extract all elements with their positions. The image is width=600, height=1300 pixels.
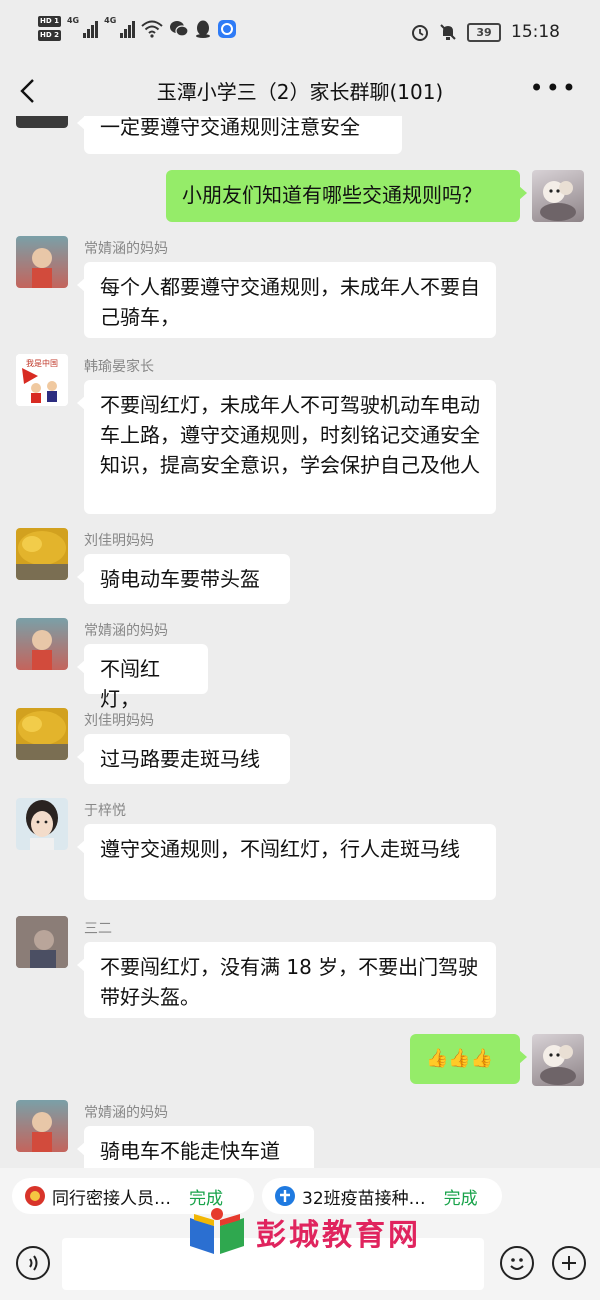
sim-indicators: HD 1 HD 2 [38,16,61,41]
book-logo-icon [190,1208,244,1254]
avatar[interactable]: 我是中国 [16,354,68,406]
chat-header: 玉潭小学三（2）家长群聊(101) ••• [0,68,600,116]
sender-name: 刘佳明妈妈 [84,713,154,729]
sender-name: 刘佳明妈妈 [84,533,154,549]
task-label: 同行密接人员… [52,1188,171,1209]
sender-name: 常婧涵的妈妈 [84,1105,168,1121]
clock: 15:18 [511,22,560,42]
sender-name: 于梓悦 [84,803,126,819]
avatar[interactable] [16,798,68,850]
alarm-icon [412,25,428,41]
watermark-text: 彭城教育网 [256,1218,421,1253]
watermark: 彭城教育网 [186,1206,421,1258]
avatar[interactable] [16,916,68,968]
sender-name: 常婧涵的妈妈 [84,241,168,257]
message-list[interactable]: 一定要遵守交通规则注意安全 小朋友们知道有哪些交通规则吗？ 常婧涵的妈妈 每个人… [0,116,600,1168]
status-bar: HD 1 HD 2 4G 4G 39 15:18 [0,0,600,68]
avatar[interactable] [16,116,68,128]
message-bubble[interactable]: 每个人都要遵守交通规则，未成年人不要自己骑车， [77,262,496,338]
emoji-icon[interactable] [500,1246,534,1280]
badge-icon [25,1186,45,1206]
message-bubble[interactable]: 不要闯红灯，没有满 18 岁，不要出门驾驶带好头盔。 [77,942,496,1018]
message-bubble[interactable]: 遵守交通规则，不闯红灯，行人走斑马线 [77,824,496,900]
status-left: HD 1 HD 2 4G 4G [38,16,237,41]
app-icon [218,19,237,38]
avatar[interactable] [16,1100,68,1152]
message-bubble[interactable]: 不闯红灯， [77,644,208,711]
message-bubble[interactable]: 一定要遵守交通规则注意安全 [77,116,402,154]
network-type-1: 4G [66,16,80,25]
chat-title: 玉潭小学三（2）家长群聊(101) [156,80,444,104]
task-status: 完成 [443,1188,478,1209]
avatar-self[interactable] [532,170,584,222]
sender-name: 韩瑜晏家长 [84,359,154,375]
sim1-label: HD 1 [38,16,61,27]
avatar-self[interactable] [532,1034,584,1086]
task-status: 完成 [189,1188,223,1209]
avatar[interactable] [16,618,68,670]
status-right: 39 15:18 [411,22,560,42]
voice-input-icon[interactable] [16,1246,50,1280]
message-bubble[interactable]: 骑电动车要带头盔 [77,554,290,604]
qq-icon [196,20,211,38]
signal-icon [83,20,99,38]
message-bubble-self[interactable]: 小朋友们知道有哪些交通规则吗？ [166,170,527,222]
add-attachment-icon[interactable] [552,1246,586,1280]
battery-indicator: 39 [467,22,501,42]
signal-icon-2 [120,20,136,38]
wifi-icon [141,20,163,38]
sender-name: 三二 [84,921,112,937]
message-bubble[interactable]: 过马路要走斑马线 [77,734,290,784]
more-options-icon[interactable]: ••• [530,76,578,100]
vaccine-icon [275,1186,295,1206]
message-bubble[interactable]: 不要闯红灯，未成年人不可驾驶机动车电动车上路，遵守交通规则，时刻铭记交通安全知识… [77,380,496,514]
task-label: 32班疫苗接种… [302,1188,426,1209]
avatar[interactable] [16,236,68,288]
avatar[interactable] [16,708,68,760]
message-bubble-self[interactable]: 👍👍👍 [410,1034,527,1084]
avatar[interactable] [16,528,68,580]
wechat-icon [170,20,189,37]
message-bubble[interactable]: 骑电车不能走快车道 [77,1126,314,1168]
svg-text:我是中国: 我是中国 [26,358,58,368]
sender-name: 常婧涵的妈妈 [84,623,168,639]
network-type-2: 4G [104,16,117,25]
mute-icon [440,24,456,40]
sim2-label: HD 2 [38,30,61,41]
